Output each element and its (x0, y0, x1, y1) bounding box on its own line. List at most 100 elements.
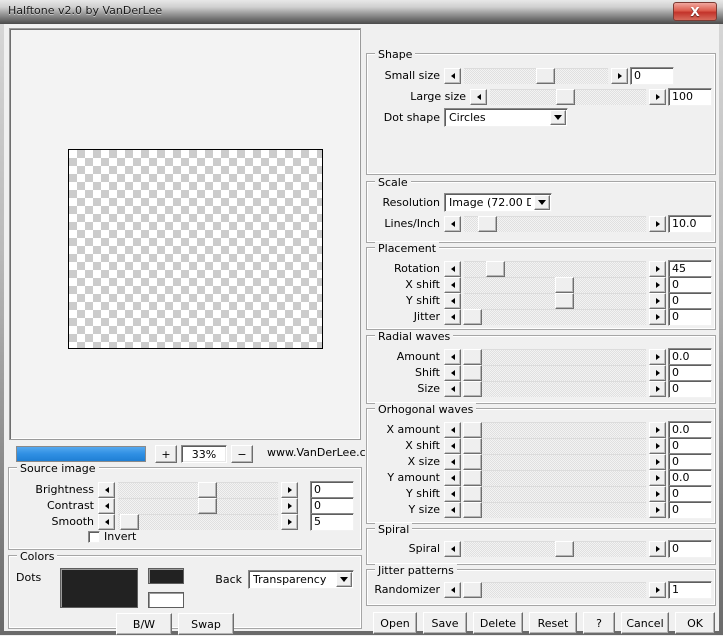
slider-right-arrow[interactable] (649, 486, 666, 502)
zoom-in-button[interactable]: + (155, 445, 177, 463)
slider-track[interactable] (464, 349, 646, 365)
slider-right-arrow[interactable] (649, 438, 666, 454)
slider-thumb[interactable] (463, 365, 482, 381)
slider-thumb[interactable] (556, 89, 576, 105)
slider-right-arrow[interactable] (649, 89, 666, 105)
slider-track[interactable] (464, 309, 646, 325)
slider-randomizer[interactable] (444, 582, 666, 598)
slider-track[interactable] (464, 438, 646, 454)
slider-left-arrow[interactable] (444, 438, 461, 454)
slider-ortho-x-amount[interactable] (444, 422, 666, 438)
slider-thumb[interactable] (198, 498, 217, 514)
slider-track[interactable] (464, 365, 646, 381)
slider-spiral[interactable] (444, 541, 666, 557)
slider-left-arrow[interactable] (444, 277, 461, 293)
slider-right-arrow[interactable] (649, 470, 666, 486)
slider-right-arrow[interactable] (649, 216, 666, 232)
slider-left-arrow[interactable] (444, 422, 461, 438)
swap-button[interactable]: Swap (178, 613, 234, 635)
slider-brightness[interactable] (98, 482, 298, 498)
value-small-size[interactable]: 0 (630, 67, 674, 85)
slider-track[interactable] (118, 514, 278, 530)
ok-button[interactable]: OK (675, 612, 715, 634)
chevron-down-icon[interactable] (534, 195, 550, 210)
slider-right-arrow[interactable] (649, 349, 666, 365)
close-button[interactable]: X (673, 2, 717, 21)
slider-right-arrow[interactable] (649, 309, 666, 325)
slider-right-arrow[interactable] (649, 381, 666, 397)
slider-track[interactable] (464, 381, 646, 397)
chevron-down-icon[interactable] (550, 110, 566, 125)
value-jitter[interactable]: 0 (668, 308, 712, 326)
dots-color-swatch[interactable] (60, 568, 138, 608)
slider-thumb[interactable] (463, 438, 482, 454)
slider-thumb[interactable] (463, 582, 482, 598)
slider-right-arrow[interactable] (649, 582, 666, 598)
slider-smooth[interactable] (98, 514, 298, 530)
value-ortho-y-size[interactable]: 0 (668, 501, 712, 519)
slider-left-arrow[interactable] (444, 381, 461, 397)
slider-left-arrow[interactable] (444, 68, 461, 84)
slider-left-arrow[interactable] (444, 309, 461, 325)
slider-y-shift[interactable] (444, 293, 666, 309)
zoom-out-button[interactable]: − (231, 445, 253, 463)
slider-ortho-y-shift[interactable] (444, 486, 666, 502)
slider-thumb[interactable] (463, 422, 482, 438)
slider-right-arrow[interactable] (649, 365, 666, 381)
slider-left-arrow[interactable] (444, 470, 461, 486)
slider-left-arrow[interactable] (444, 365, 461, 381)
delete-button[interactable]: Delete (473, 612, 523, 634)
slider-thumb[interactable] (536, 68, 555, 84)
slider-thumb[interactable] (478, 216, 497, 232)
slider-thumb[interactable] (463, 470, 482, 486)
slider-thumb[interactable] (198, 482, 217, 498)
slider-ortho-x-size[interactable] (444, 454, 666, 470)
bw-button[interactable]: B/W (116, 613, 172, 635)
halftone-preview-image[interactable] (68, 149, 323, 349)
invert-checkbox[interactable] (88, 531, 100, 543)
slider-thumb[interactable] (463, 502, 482, 518)
slider-ortho-x-shift[interactable] (444, 438, 666, 454)
slider-left-arrow[interactable] (444, 261, 461, 277)
slider-right-arrow[interactable] (281, 514, 298, 530)
slider-thumb[interactable] (555, 277, 574, 293)
slider-right-arrow[interactable] (649, 422, 666, 438)
slider-thumb[interactable] (120, 514, 139, 530)
slider-right-arrow[interactable] (649, 277, 666, 293)
slider-thumb[interactable] (486, 261, 505, 277)
slider-left-arrow[interactable] (444, 293, 461, 309)
slider-left-arrow[interactable] (444, 349, 461, 365)
help-button[interactable]: ? (583, 612, 615, 634)
slider-track[interactable] (464, 486, 646, 502)
slider-x-shift[interactable] (444, 277, 666, 293)
slider-radial-shift[interactable] (444, 365, 666, 381)
slider-thumb[interactable] (463, 486, 482, 502)
website-link[interactable]: www.VanDerLee.com (267, 446, 383, 459)
value-radial-size[interactable]: 0 (668, 380, 712, 398)
slider-track[interactable] (464, 582, 646, 598)
slider-thumb[interactable] (463, 454, 482, 470)
foreground-color-swatch[interactable] (148, 568, 184, 584)
slider-left-arrow[interactable] (444, 454, 461, 470)
slider-left-arrow[interactable] (444, 541, 461, 557)
slider-thumb[interactable] (463, 349, 482, 365)
slider-right-arrow[interactable] (649, 541, 666, 557)
slider-ortho-y-size[interactable] (444, 502, 666, 518)
slider-track[interactable] (464, 502, 646, 518)
value-randomizer[interactable]: 1 (668, 581, 712, 599)
slider-right-arrow[interactable] (281, 498, 298, 514)
slider-left-arrow[interactable] (98, 482, 115, 498)
slider-left-arrow[interactable] (444, 216, 461, 232)
dot-shape-combo[interactable]: Circles (444, 108, 568, 127)
slider-ortho-y-amount[interactable] (444, 470, 666, 486)
slider-jitter[interactable] (444, 309, 666, 325)
save-button[interactable]: Save (423, 612, 467, 634)
cancel-button[interactable]: Cancel (621, 612, 669, 634)
slider-left-arrow[interactable] (470, 89, 487, 105)
chevron-down-icon[interactable] (336, 572, 352, 587)
slider-right-arrow[interactable] (649, 454, 666, 470)
slider-thumb[interactable] (555, 541, 574, 557)
slider-thumb[interactable] (463, 309, 482, 325)
slider-large-size[interactable] (470, 89, 666, 105)
slider-right-arrow[interactable] (611, 68, 628, 84)
